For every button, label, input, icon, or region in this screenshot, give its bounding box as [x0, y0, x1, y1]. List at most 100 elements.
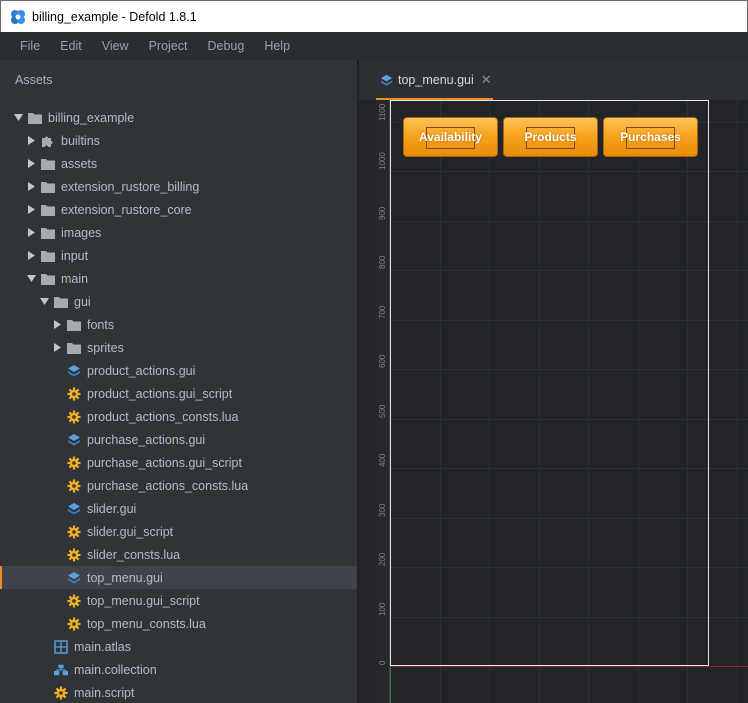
ruler-tick-label: 100 [378, 602, 387, 616]
tree-item-label: main [61, 271, 89, 286]
folder-icon [41, 157, 55, 171]
tree-item[interactable]: top_menu_consts.lua [0, 612, 357, 635]
expand-right-icon[interactable] [26, 159, 36, 169]
script-gear-icon [67, 594, 81, 608]
menu-project[interactable]: Project [139, 39, 198, 53]
expand-right-icon[interactable] [26, 136, 36, 146]
tree-item[interactable]: gui [0, 290, 357, 313]
tree-item[interactable]: slider_consts.lua [0, 543, 357, 566]
products-label: Products [524, 130, 577, 144]
tree-item-label: purchase_actions.gui_script [87, 455, 242, 470]
tree-item[interactable]: slider.gui_script [0, 520, 357, 543]
tree-item[interactable]: main [0, 267, 357, 290]
ruler-tick-label: 500 [378, 404, 387, 418]
script-gear-icon [54, 686, 68, 700]
tree-item[interactable]: product_actions.gui [0, 359, 357, 382]
tree-item[interactable]: assets [0, 152, 357, 175]
tree-item[interactable]: sprites [0, 336, 357, 359]
expand-right-icon[interactable] [26, 228, 36, 238]
tree-item-label: product_actions.gui_script [87, 386, 233, 401]
tree-item[interactable]: slider.gui [0, 497, 357, 520]
expand-right-icon[interactable] [52, 320, 62, 330]
window-title: billing_example - Defold 1.8.1 [32, 9, 197, 24]
menu-help[interactable]: Help [254, 39, 300, 53]
expand-down-icon[interactable] [26, 274, 36, 284]
gui-file-icon [380, 74, 393, 86]
purchases-gui-button[interactable]: Purchases [603, 117, 698, 157]
tree-item[interactable]: builtins [0, 129, 357, 152]
folder-icon [67, 341, 81, 355]
tree-item-label: top_menu.gui_script [87, 593, 200, 608]
menu-debug[interactable]: Debug [197, 39, 254, 53]
gui-file-icon [67, 433, 81, 447]
folder-icon [54, 295, 68, 309]
tree-item[interactable]: main.script [0, 681, 357, 703]
tree-item[interactable]: main.atlas [0, 635, 357, 658]
tree-item[interactable]: purchase_actions.gui [0, 428, 357, 451]
ruler-tick-label: 700 [378, 305, 387, 319]
vertical-ruler: 110010009008007006005004003002001000-100 [376, 100, 390, 703]
gui-canvas-frame [390, 100, 709, 666]
atlas-icon [54, 639, 68, 654]
title-bar: billing_example - Defold 1.8.1 [0, 0, 748, 32]
tab-strip: top_menu.gui ✕ [359, 60, 748, 100]
tree-item-label: builtins [61, 133, 100, 148]
tree-item[interactable]: extension_rustore_core [0, 198, 357, 221]
tree-item[interactable]: billing_example [0, 106, 357, 129]
tree-item[interactable]: product_actions_consts.lua [0, 405, 357, 428]
tree-item[interactable]: fonts [0, 313, 357, 336]
tree-item[interactable]: extension_rustore_billing [0, 175, 357, 198]
ruler-tick-label: 400 [378, 453, 387, 467]
scene-viewport[interactable]: 110010009008007006005004003002001000-100… [359, 100, 748, 703]
script-gear-icon [67, 617, 81, 631]
close-tab-icon[interactable]: ✕ [481, 72, 492, 88]
tree-item[interactable]: purchase_actions.gui_script [0, 451, 357, 474]
ruler-tick-label: 1100 [378, 103, 387, 121]
asset-tree: billing_example builtins assets extension_r… [0, 106, 357, 703]
expand-right-icon[interactable] [26, 251, 36, 261]
folder-icon [28, 111, 42, 125]
expand-right-icon[interactable] [26, 182, 36, 192]
script-gear-icon [67, 479, 81, 493]
expand-right-icon[interactable] [52, 343, 62, 353]
gui-file-icon [67, 502, 81, 516]
menu-edit[interactable]: Edit [50, 39, 92, 53]
tree-item-label: gui [74, 294, 91, 309]
tab-top-menu-gui[interactable]: top_menu.gui ✕ [376, 60, 493, 100]
expand-right-icon[interactable] [26, 205, 36, 215]
script-gear-icon [67, 525, 81, 539]
gui-file-icon [67, 571, 81, 585]
tree-item[interactable]: top_menu.gui [0, 566, 357, 589]
tree-item-label: top_menu.gui [87, 570, 163, 585]
script-gear-icon [67, 387, 81, 401]
tree-item-label: product_actions.gui [87, 363, 196, 378]
expand-down-icon[interactable] [13, 113, 23, 123]
tree-item-label: top_menu_consts.lua [87, 616, 206, 631]
gui-file-icon [67, 364, 81, 378]
menu-view[interactable]: View [92, 39, 139, 53]
menu-file[interactable]: File [10, 39, 50, 53]
tree-item[interactable]: product_actions.gui_script [0, 382, 357, 405]
availability-gui-button[interactable]: Availability [403, 117, 498, 157]
tree-item[interactable]: purchase_actions_consts.lua [0, 474, 357, 497]
collection-icon [54, 663, 68, 677]
tree-item-label: extension_rustore_core [61, 202, 192, 217]
tree-item-label: slider.gui [87, 501, 137, 516]
tree-item-label: extension_rustore_billing [61, 179, 200, 194]
tree-item[interactable]: main.collection [0, 658, 357, 681]
tree-item[interactable]: input [0, 244, 357, 267]
tree-item[interactable]: top_menu.gui_script [0, 589, 357, 612]
folder-icon [41, 272, 55, 286]
tree-item[interactable]: images [0, 221, 357, 244]
products-gui-button[interactable]: Products [503, 117, 598, 157]
expand-down-icon[interactable] [39, 297, 49, 307]
tree-item-label: slider.gui_script [87, 524, 174, 539]
